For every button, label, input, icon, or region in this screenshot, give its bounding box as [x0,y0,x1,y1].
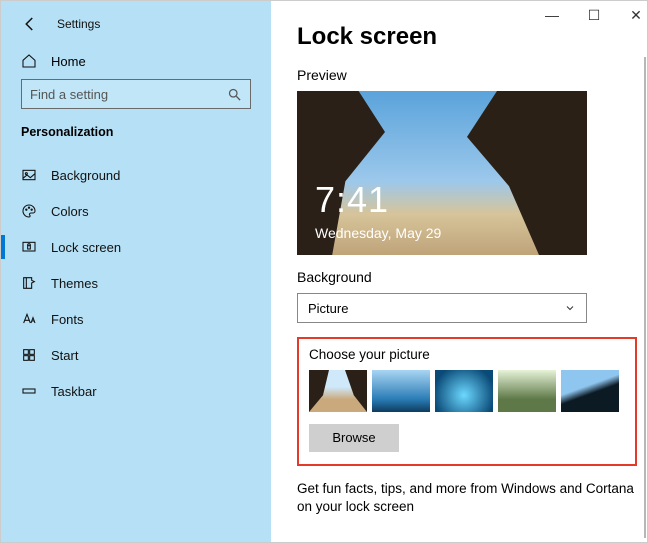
minimize-button[interactable]: — [543,7,561,24]
close-button[interactable]: ✕ [627,7,645,24]
sidebar-item-start[interactable]: Start [21,337,251,373]
footer-text: Get fun facts, tips, and more from Windo… [297,480,637,516]
sidebar-section-label: Personalization [21,125,251,139]
themes-icon [21,275,37,291]
chevron-down-icon [564,302,576,314]
preview-time: 7:41 [315,179,389,221]
choose-picture-label: Choose your picture [309,347,625,362]
sidebar-item-background[interactable]: Background [21,157,251,193]
search-input[interactable] [21,79,251,109]
picture-thumbnails [309,370,625,412]
sidebar-item-taskbar[interactable]: Taskbar [21,373,251,409]
preview-label: Preview [297,67,621,83]
picture-thumb-3[interactable] [435,370,493,412]
lock-screen-preview: 7:41 Wednesday, May 29 [297,91,587,255]
picture-icon [21,167,37,183]
home-label: Home [51,54,86,69]
sidebar: Settings Home Personalization Background… [1,1,271,542]
start-icon [21,347,37,363]
preview-date: Wednesday, May 29 [315,225,441,241]
taskbar-icon [21,383,37,399]
maximize-button[interactable]: ☐ [585,7,603,24]
picture-thumb-2[interactable] [372,370,430,412]
scrollbar[interactable] [644,57,646,538]
picture-thumb-1[interactable] [309,370,367,412]
page-title: Lock screen [297,23,621,51]
picture-thumb-5[interactable] [561,370,619,412]
sidebar-item-fonts[interactable]: Fonts [21,301,251,337]
background-label: Background [297,269,621,285]
lock-screen-icon [21,239,37,255]
background-select[interactable]: Picture [297,293,587,323]
main-panel: — ☐ ✕ Lock screen Preview 7:41 Wednesday… [271,1,647,542]
sidebar-item-colors[interactable]: Colors [21,193,251,229]
back-icon[interactable] [21,15,39,33]
browse-button[interactable]: Browse [309,424,399,452]
search-icon [227,87,242,102]
palette-icon [21,203,37,219]
sidebar-item-home[interactable]: Home [21,53,251,69]
fonts-icon [21,311,37,327]
search-field[interactable] [30,87,227,102]
background-value: Picture [308,301,348,316]
choose-picture-section: Choose your picture Browse [297,337,637,466]
picture-thumb-4[interactable] [498,370,556,412]
window-title: Settings [57,17,100,31]
sidebar-item-themes[interactable]: Themes [21,265,251,301]
home-icon [21,53,37,69]
sidebar-item-lock-screen[interactable]: Lock screen [21,229,251,265]
